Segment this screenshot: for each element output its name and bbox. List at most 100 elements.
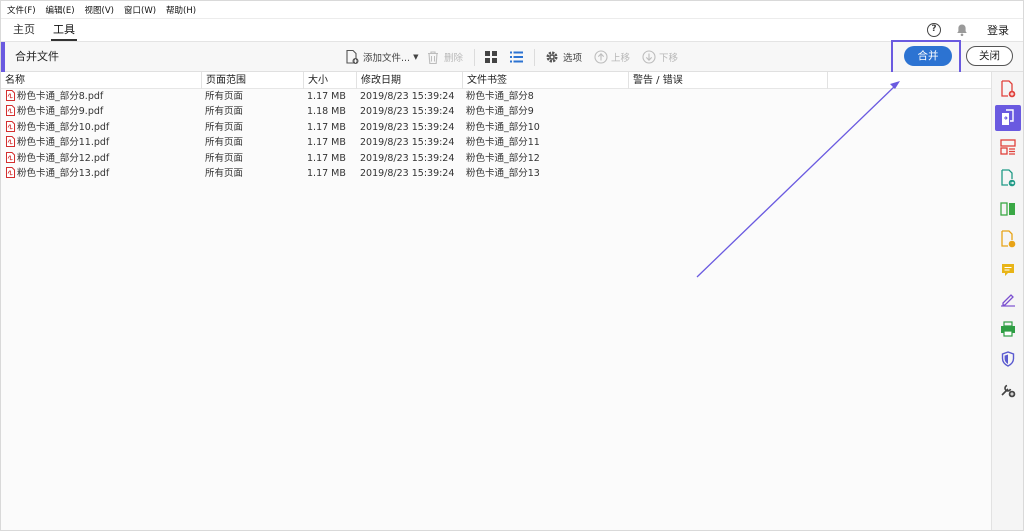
table-row[interactable]: 粉色卡通_部分13.pdf 所有页面 1.17 MB 2019/8/23 15:…	[1, 166, 991, 181]
file-name: 粉色卡通_部分11.pdf	[17, 137, 110, 149]
tool-accent-bar	[1, 42, 5, 72]
file-name-cell: 粉色卡通_部分13.pdf	[6, 166, 109, 181]
bookmark-cell: 粉色卡通_部分12	[466, 152, 540, 164]
tool-title: 合并文件	[15, 50, 59, 63]
tab-tools[interactable]: 工具	[47, 19, 81, 41]
column-header-name[interactable]: 名称	[1, 72, 202, 89]
more-tools-button[interactable]	[995, 377, 1021, 403]
protect-button[interactable]	[995, 346, 1021, 372]
date-cell: 2019/8/23 15:39:24	[360, 137, 455, 149]
page-range-cell[interactable]: 所有页面	[205, 89, 243, 104]
merge-button[interactable]: 合并	[904, 46, 952, 66]
menu-file[interactable]: 文件(F)	[7, 4, 36, 16]
file-name: 粉色卡通_部分13.pdf	[17, 167, 110, 179]
file-name: 粉色卡通_部分8.pdf	[17, 91, 104, 102]
menu-window[interactable]: 窗口(W)	[124, 4, 156, 16]
move-up-button[interactable]: 上移	[594, 42, 630, 72]
add-files-button[interactable]: 添加文件... ▼	[344, 42, 418, 72]
pdf-file-icon	[6, 105, 15, 117]
combine-files-button[interactable]	[995, 105, 1021, 131]
tools-sidebar	[991, 72, 1023, 530]
login-link[interactable]: 登录	[987, 22, 1009, 38]
shield-icon	[1001, 351, 1015, 367]
page-range-cell[interactable]: 所有页面	[205, 120, 243, 135]
organize-pages-icon	[1000, 139, 1016, 155]
enhance-scan-button[interactable]	[995, 226, 1021, 252]
column-header-warning[interactable]: 警告 / 错误	[629, 72, 828, 89]
date-cell: 2019/8/23 15:39:24	[360, 106, 455, 118]
arrow-up-circle-icon	[594, 50, 608, 64]
close-button[interactable]: 关闭	[966, 46, 1013, 66]
file-table-header: 名称 页面范围 大小 修改日期 文件书签 警告 / 错误	[1, 72, 991, 89]
file-table-body: 粉色卡通_部分8.pdf 所有页面 1.17 MB 2019/8/23 15:3…	[1, 89, 991, 181]
dropdown-caret-icon[interactable]: ▼	[413, 53, 418, 61]
app-window: 文件(F) 编辑(E) 视图(V) 窗口(W) 帮助(H) 主页 工具 ? 登录…	[0, 0, 1024, 531]
bookmark-cell: 粉色卡通_部分8	[466, 91, 534, 102]
fill-sign-button[interactable]	[995, 286, 1021, 312]
wrench-plus-icon	[1001, 384, 1016, 398]
organize-pages-button[interactable]	[995, 134, 1021, 160]
file-name: 粉色卡通_部分9.pdf	[17, 106, 104, 118]
menu-bar: 文件(F) 编辑(E) 视图(V) 窗口(W) 帮助(H)	[1, 1, 1023, 19]
toolbar-divider	[534, 49, 535, 66]
pdf-file-icon	[6, 151, 15, 163]
print-production-icon	[1001, 321, 1015, 337]
page-range-cell[interactable]: 所有页面	[205, 151, 243, 166]
move-down-button[interactable]: 下移	[642, 42, 678, 72]
page-range-cell[interactable]: 所有页面	[205, 135, 243, 150]
compare-files-button[interactable]	[995, 196, 1021, 222]
print-production-button[interactable]	[995, 316, 1021, 342]
column-header-size[interactable]: 大小	[304, 72, 357, 89]
page-range-cell[interactable]: 所有页面	[205, 166, 243, 181]
combine-files-icon	[1002, 109, 1014, 125]
options-button[interactable]: 选项	[545, 42, 582, 72]
toolbar-divider	[474, 49, 475, 66]
size-cell: 1.17 MB	[307, 167, 346, 179]
pdf-file-icon	[6, 136, 15, 148]
create-pdf-button[interactable]	[995, 76, 1021, 102]
pdf-file-icon	[6, 166, 15, 178]
bell-icon[interactable]	[955, 23, 969, 37]
column-header-page-range[interactable]: 页面范围	[202, 72, 304, 89]
add-files-label: 添加文件...	[363, 53, 411, 64]
move-down-label: 下移	[659, 53, 679, 64]
tab-home[interactable]: 主页	[7, 19, 41, 41]
delete-button[interactable]: 删除	[426, 42, 463, 72]
tool-header: 合并文件 添加文件... ▼ 删除 选项 上移 下移	[1, 41, 1023, 72]
delete-label: 删除	[444, 53, 464, 64]
file-name: 粉色卡通_部分12.pdf	[17, 152, 110, 164]
date-cell: 2019/8/23 15:39:24	[360, 91, 455, 102]
grid-view-icon	[485, 51, 497, 63]
bookmark-cell: 粉色卡通_部分13	[466, 167, 540, 179]
add-file-icon	[346, 49, 359, 64]
enhance-scan-icon	[1001, 230, 1016, 248]
fill-sign-icon	[1001, 294, 1015, 307]
comment-icon	[1002, 264, 1014, 276]
comment-button[interactable]	[995, 257, 1021, 283]
bookmark-cell: 粉色卡通_部分10	[466, 121, 540, 133]
column-header-modified-date[interactable]: 修改日期	[357, 72, 463, 89]
nav-bar: 主页 工具 ? 登录	[1, 19, 1023, 41]
table-row[interactable]: 粉色卡通_部分9.pdf 所有页面 1.18 MB 2019/8/23 15:3…	[1, 104, 991, 119]
export-pdf-button[interactable]	[995, 165, 1021, 191]
list-view-button[interactable]	[510, 42, 523, 72]
table-row[interactable]: 粉色卡通_部分12.pdf 所有页面 1.17 MB 2019/8/23 15:…	[1, 151, 991, 166]
menu-edit[interactable]: 编辑(E)	[46, 4, 75, 16]
pdf-file-icon	[6, 90, 15, 101]
table-row[interactable]: 粉色卡通_部分8.pdf 所有页面 1.17 MB 2019/8/23 15:3…	[1, 89, 991, 104]
trash-icon	[428, 50, 438, 64]
help-icon[interactable]: ?	[927, 23, 941, 37]
menu-view[interactable]: 视图(V)	[85, 4, 114, 16]
page-range-cell[interactable]: 所有页面	[205, 104, 243, 119]
thumbnail-view-button[interactable]	[485, 42, 497, 72]
column-header-bookmark[interactable]: 文件书签	[463, 72, 629, 89]
date-cell: 2019/8/23 15:39:24	[360, 121, 455, 133]
menu-help[interactable]: 帮助(H)	[166, 4, 196, 16]
table-row[interactable]: 粉色卡通_部分10.pdf 所有页面 1.17 MB 2019/8/23 15:…	[1, 120, 991, 135]
list-view-icon	[510, 51, 523, 63]
arrow-down-circle-icon	[642, 50, 656, 64]
table-row[interactable]: 粉色卡通_部分11.pdf 所有页面 1.17 MB 2019/8/23 15:…	[1, 135, 991, 150]
file-name: 粉色卡通_部分10.pdf	[17, 121, 110, 133]
compare-icon	[1000, 202, 1015, 216]
size-cell: 1.17 MB	[307, 152, 346, 164]
